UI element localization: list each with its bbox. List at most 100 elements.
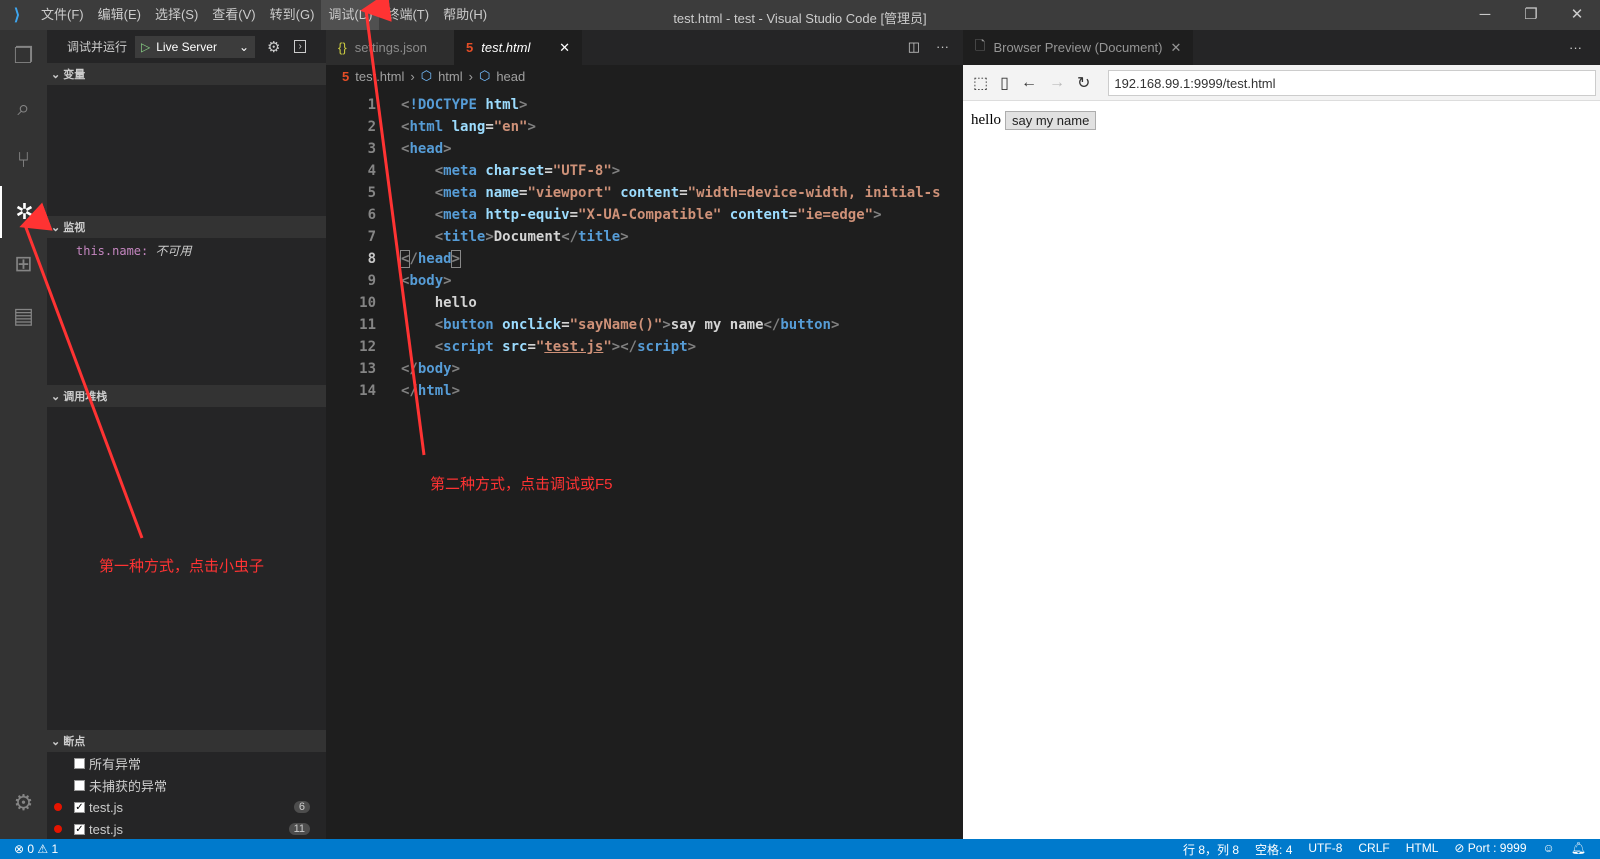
source-control-icon[interactable]: ⑂ — [0, 134, 47, 186]
menu-file[interactable]: 文件(F) — [34, 0, 91, 30]
menu-help[interactable]: 帮助(H) — [436, 0, 494, 30]
split-editor-icon[interactable]: ◫ — [898, 30, 930, 65]
section-breakpoints[interactable]: ⌄ 断点 — [47, 730, 326, 752]
gear-icon[interactable]: ⚙ — [267, 38, 280, 56]
section-title: 调用堆栈 — [63, 391, 108, 403]
line-number: 12 — [359, 339, 376, 355]
checkbox[interactable]: ✓ — [74, 801, 85, 813]
code-line[interactable]: <script src="test.js"></script> — [401, 339, 696, 355]
line-badge: 6 — [293, 801, 310, 813]
device-icon[interactable]: ▯ — [1000, 73, 1009, 93]
checkbox[interactable] — [74, 757, 85, 769]
page-text: hello — [971, 112, 1001, 128]
language-mode[interactable]: HTML — [1406, 841, 1439, 858]
close-tab-icon[interactable]: ✕ — [1171, 40, 1182, 56]
activity-bar: ❐ ⌕ ⑂ ✲ ⊞ ▤ ⚙ — [0, 30, 47, 839]
checkbox[interactable] — [74, 779, 85, 791]
back-icon[interactable]: ← — [1021, 74, 1037, 92]
code-line[interactable]: hello — [401, 295, 477, 311]
breakpoint-item[interactable]: ✓ test.js 6 — [47, 796, 326, 818]
breadcrumb-item[interactable]: test.html — [355, 69, 404, 84]
menu-go[interactable]: 转到(G) — [263, 0, 322, 30]
bell-icon[interactable]: 🔔︎ — [1571, 841, 1586, 858]
close-window-button[interactable]: ✕ — [1554, 0, 1600, 30]
title-bar: ⟩ 文件(F) 编辑(E) 选择(S) 查看(V) 转到(G) 调试(D) 终端… — [0, 0, 1600, 30]
debug-config-select[interactable]: ▷ Live Server ⌄ — [135, 35, 256, 58]
code-line[interactable]: </html> — [401, 383, 460, 399]
watch-value: 不可用 — [155, 244, 192, 258]
checkbox[interactable]: ✓ — [74, 823, 85, 835]
breakpoint-item[interactable]: 未捕获的异常 — [47, 774, 326, 796]
say-my-name-button[interactable]: say my name — [1005, 111, 1097, 130]
menu-selection[interactable]: 选择(S) — [148, 0, 205, 30]
inspect-icon[interactable]: ⬚ — [973, 73, 988, 93]
file-icon: 🗋 — [975, 37, 986, 53]
tab-browser-preview[interactable]: 🗋 Browser Preview (Document) ✕ — [963, 30, 1194, 65]
explorer-icon[interactable]: ❐ — [0, 30, 47, 82]
code-line[interactable]: <button onclick="sayName()">say my name<… — [401, 317, 840, 333]
feedback-smiley-icon[interactable]: ☺ — [1543, 841, 1555, 858]
code-line[interactable]: <!DOCTYPE html> — [401, 97, 527, 113]
breadcrumb-item[interactable]: head — [496, 69, 525, 84]
tab-label: Browser Preview (Document) — [993, 40, 1163, 55]
error-count: 0 — [27, 842, 35, 856]
breakpoint-dot-icon — [54, 825, 62, 833]
menu-debug[interactable]: 调试(D) — [321, 0, 380, 30]
minimize-button[interactable]: ─ — [1462, 0, 1508, 30]
indentation[interactable]: 空格: 4 — [1255, 841, 1292, 858]
line-number: 6 — [367, 207, 376, 223]
menu-view[interactable]: 查看(V) — [205, 0, 262, 30]
restore-button[interactable]: ❐ — [1508, 0, 1554, 30]
close-tab-icon[interactable]: ✕ — [559, 40, 570, 56]
code-line[interactable]: <meta name="viewport" content="width=dev… — [401, 185, 941, 201]
port-label: Port : 9999 — [1467, 840, 1527, 855]
section-title: 变量 — [63, 69, 86, 81]
settings-gear-icon[interactable]: ⚙ — [0, 777, 47, 829]
debug-console-icon[interactable]: › — [294, 40, 306, 53]
watch-item[interactable]: this.name: 不可用 — [76, 242, 192, 259]
line-number: 9 — [367, 273, 376, 289]
more-actions-icon[interactable]: ··· — [1569, 40, 1600, 55]
breadcrumb-item[interactable]: html — [438, 69, 463, 84]
code-line[interactable]: </body> — [401, 361, 460, 377]
forward-icon[interactable]: → — [1049, 74, 1065, 92]
breakpoint-item[interactable]: 所有异常 — [47, 752, 326, 774]
line-ending[interactable]: CRLF — [1358, 841, 1389, 858]
line-number: 14 — [359, 383, 376, 399]
section-callstack[interactable]: ⌄ 调用堆栈 — [47, 385, 326, 407]
extensions-icon[interactable]: ⊞ — [0, 238, 47, 290]
vscode-logo-icon: ⟩ — [13, 7, 21, 24]
code-line[interactable]: <meta charset="UTF-8"> — [401, 163, 621, 179]
code-line[interactable]: <html lang="en"> — [401, 119, 536, 135]
code-line[interactable]: <head> — [401, 141, 452, 157]
play-icon[interactable]: ▷ — [141, 40, 150, 54]
tab-settings-json[interactable]: {} settings.json — [326, 30, 454, 65]
search-icon[interactable]: ⌕ — [0, 82, 47, 134]
section-variables[interactable]: ⌄ 变量 — [47, 63, 326, 85]
tab-label: test.html — [481, 40, 531, 55]
breakpoint-item[interactable]: ✓ test.js 11 — [47, 818, 326, 840]
editor-pane: {} settings.json 5 test.html ✕ ◫ ··· 5 test… — [326, 30, 963, 839]
breadcrumb: 5 test.html › ⬡ html › ⬡ head — [342, 68, 526, 84]
more-actions-icon[interactable]: ··· — [930, 30, 963, 65]
tab-test-html[interactable]: 5 test.html ✕ — [454, 30, 582, 65]
cursor-position[interactable]: 行 8，列 8 — [1183, 841, 1239, 858]
debug-bug-icon[interactable]: ✲ — [0, 186, 47, 238]
menu-edit[interactable]: 编辑(E) — [91, 0, 148, 30]
code-line[interactable]: </head> — [399, 250, 462, 268]
encoding[interactable]: UTF-8 — [1308, 841, 1342, 858]
url-input[interactable]: 192.168.99.1:9999/test.html — [1108, 69, 1596, 96]
line-number: 13 — [359, 361, 376, 377]
code-line[interactable]: <body> — [401, 273, 452, 289]
code-line[interactable]: <meta http-equiv="X-UA-Compatible" conte… — [401, 207, 882, 223]
line-number: 11 — [359, 317, 376, 333]
browser-preview-icon[interactable]: ▤ — [0, 290, 47, 342]
code-line[interactable]: <title>Document</title> — [401, 229, 629, 245]
problems-indicator[interactable]: ⊗ 0 ⚠ 1 — [0, 842, 58, 856]
menu-terminal[interactable]: 终端(T) — [379, 0, 436, 30]
symbol-icon: ⬡ — [478, 68, 491, 83]
live-server-port[interactable]: ⊘ Port : 9999 — [1454, 841, 1526, 858]
section-watch[interactable]: ⌄ 监视 — [47, 216, 326, 238]
reload-icon[interactable]: ↻ — [1077, 73, 1090, 93]
json-icon: {} — [338, 40, 347, 55]
